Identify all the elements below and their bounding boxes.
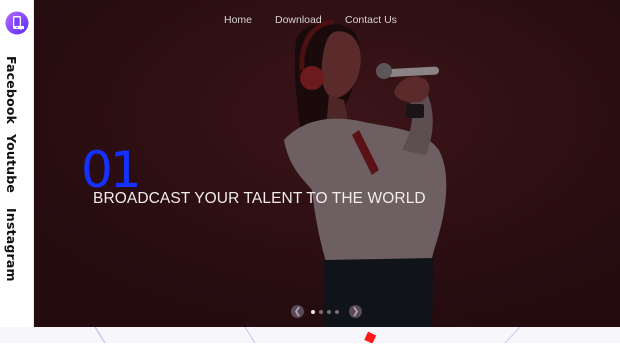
social-sidebar: Facebook Youtube Instagram (0, 0, 34, 328)
hero-slider: Home Download Contact Us 01 BROADCAST YO… (34, 0, 620, 327)
youtube-link[interactable]: Youtube (4, 134, 19, 193)
phone-chat-logo-icon[interactable] (5, 11, 29, 35)
nav-contact-us[interactable]: Contact Us (345, 14, 397, 26)
bottom-decor-strip (0, 326, 620, 344)
nav-download[interactable]: Download (275, 14, 322, 26)
instagram-link[interactable]: Instagram (4, 208, 19, 282)
slider-dot-1[interactable] (311, 310, 315, 314)
facebook-link[interactable]: Facebook (4, 56, 19, 124)
decorative-lines (94, 326, 521, 344)
slider-dot-3[interactable] (327, 310, 331, 314)
arrow-right-icon[interactable]: ❯ (349, 305, 362, 318)
nav-home[interactable]: Home (224, 14, 252, 26)
arrow-left-icon[interactable]: ❮ (291, 305, 304, 318)
slider-dot-2[interactable] (319, 310, 323, 314)
hero-headline: BROADCAST YOUR TALENT TO THE WORLD (93, 190, 426, 207)
slider-dot-4[interactable] (335, 310, 339, 314)
